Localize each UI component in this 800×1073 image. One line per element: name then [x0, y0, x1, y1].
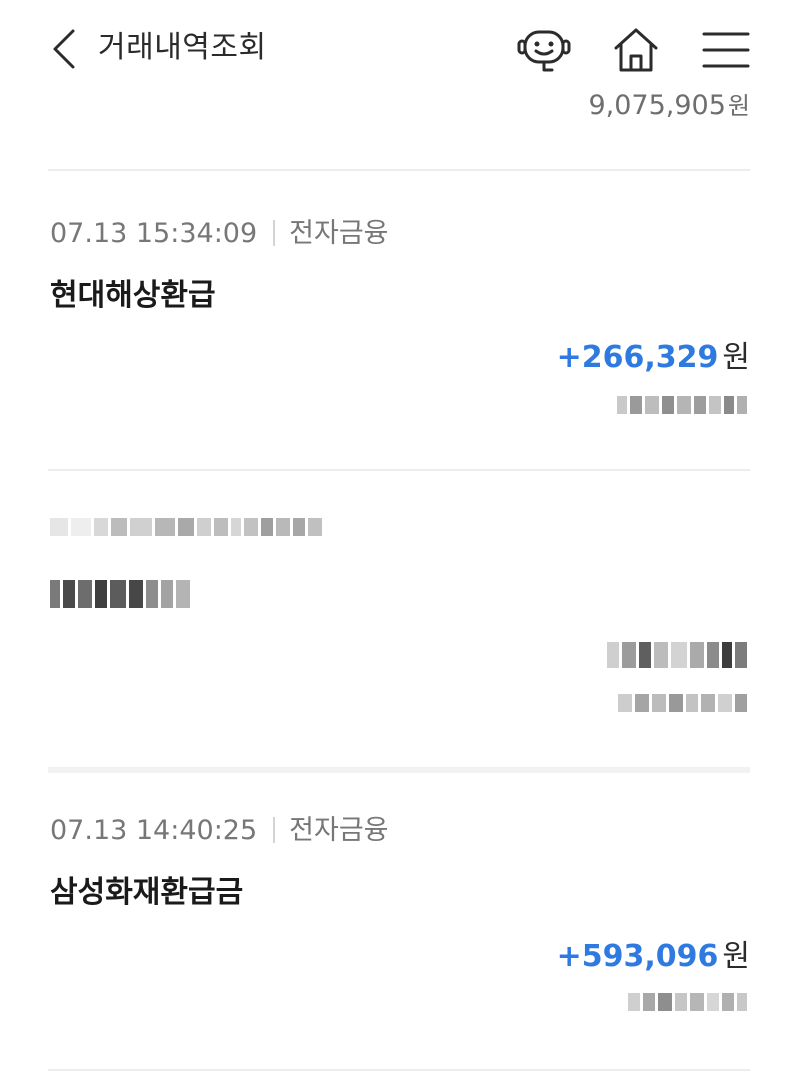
top-app-bar: 거래내역조회 [0, 0, 800, 100]
chatbot-button[interactable] [516, 24, 572, 76]
redacted-amount [607, 642, 750, 668]
transaction-name: 삼성화재환급금 [50, 875, 244, 910]
menu-button[interactable] [698, 24, 754, 76]
redacted-transaction-item[interactable] [0, 470, 800, 770]
transaction-amount-unit: 원 [722, 340, 750, 375]
page-title: 거래내역조회 [98, 30, 267, 65]
transaction-meta: 07.13 14:40:25 전자금융 [50, 813, 389, 849]
previous-balance-value: 9,075,905 [588, 90, 726, 121]
transaction-amount: +266,329 원 [557, 338, 750, 378]
chevron-left-icon [53, 29, 75, 69]
transaction-datetime: 07.13 14:40:25 [50, 815, 258, 846]
menu-icon [702, 32, 750, 68]
transaction-amount: +593,096 원 [557, 937, 750, 977]
transaction-amount-value: +593,096 [556, 939, 719, 974]
transaction-meta: 07.13 15:34:09 전자금융 [50, 216, 389, 252]
transaction-amount-unit: 원 [722, 939, 750, 974]
transaction-item[interactable]: 07.13 14:40:25 전자금융 삼성화재환급금 +593,096 원 [0, 773, 800, 1071]
meta-separator [273, 817, 276, 843]
chatbot-icon [517, 30, 571, 72]
transaction-item[interactable]: 07.13 15:34:09 전자금융 현대해상환급 +266,329 원 [0, 170, 800, 470]
redacted-balance [628, 993, 750, 1011]
transaction-type: 전자금융 [289, 218, 389, 249]
transaction-amount-value: +266,329 [556, 340, 719, 375]
home-icon [614, 28, 658, 72]
redacted-name [50, 580, 193, 608]
divider [48, 1069, 750, 1071]
transaction-name: 현대해상환급 [50, 278, 216, 313]
redacted-balance [617, 396, 750, 414]
previous-balance: 9,075,905원 [588, 88, 750, 124]
previous-balance-unit: 원 [727, 92, 750, 120]
redacted-meta [50, 518, 325, 536]
transaction-datetime: 07.13 15:34:09 [50, 218, 258, 249]
meta-separator [273, 220, 276, 246]
redacted-balance [618, 694, 750, 712]
back-button[interactable] [44, 26, 84, 72]
transaction-type: 전자금융 [289, 815, 389, 846]
home-button[interactable] [608, 24, 664, 76]
